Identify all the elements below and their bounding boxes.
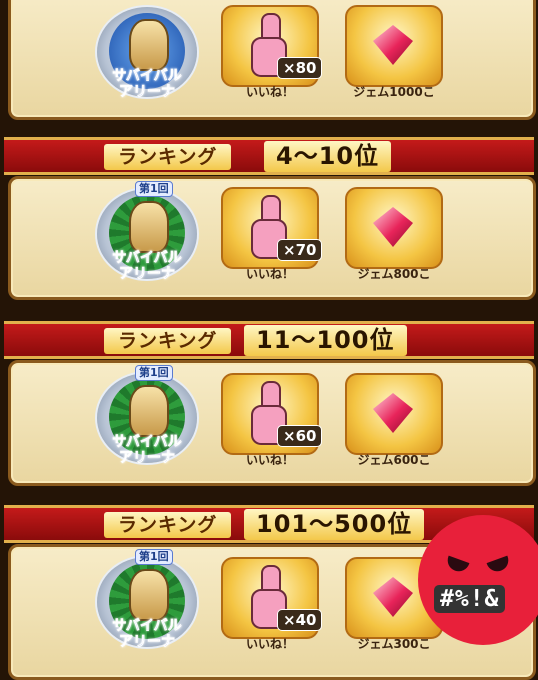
right-eye (486, 555, 512, 575)
gems-caption: ジェム600こ (357, 453, 431, 467)
gems-caption: ジェム800こ (357, 267, 431, 281)
reward-panel-tier-1: 第1回 サバイバル アリーナ ×70 いいね！ ジェム800こ (8, 176, 536, 300)
left-eye (444, 555, 470, 575)
emblem-badge: 第1回 (135, 365, 173, 381)
beast-icon (129, 201, 169, 253)
likes-count: ×40 (277, 609, 323, 631)
gems-caption: ジェム1000こ (353, 85, 435, 99)
beast-icon (129, 19, 169, 71)
grawlix-text: #%!& (434, 585, 506, 613)
ranking-banner: ランキング 4〜10位 (4, 137, 534, 175)
arena-emblem: サバイバル アリーナ (93, 0, 201, 103)
reward-panel-tier-2: 第1回 サバイバル アリーナ ×60 いいね！ ジェム600こ (8, 360, 536, 486)
reward-likes[interactable]: ×60 いいね！ (221, 373, 323, 471)
emblem-name-line2: アリーナ (119, 634, 176, 651)
emblem-name-line2: アリーナ (119, 450, 176, 467)
likes-caption: いいね！ (245, 453, 294, 467)
arena-emblem: 第1回 サバイバル アリーナ (93, 181, 201, 285)
reward-likes[interactable]: ×70 いいね！ (221, 187, 323, 285)
emblem-name-line2: アリーナ (119, 84, 176, 101)
emblem-badge: 第1回 (135, 181, 173, 197)
rank-range: 4〜10位 (264, 141, 392, 172)
ranking-banner: ランキング 11〜100位 (4, 321, 534, 359)
reward-gems[interactable]: ジェム600こ (345, 373, 443, 471)
reward-panel-tier-0: サバイバル アリーナ ×80 いいね！ ジェム1000こ (8, 0, 536, 120)
reward-likes[interactable]: ×40 いいね！ (221, 557, 323, 655)
banner-label: ランキング (104, 512, 232, 538)
likes-caption: いいね！ (245, 267, 294, 281)
banner-label: ランキング (104, 328, 232, 354)
arena-emblem: 第1回 サバイバル アリーナ (93, 549, 201, 653)
likes-count: ×70 (277, 239, 323, 261)
beast-icon (129, 385, 169, 437)
rank-range: 101〜500位 (244, 509, 425, 540)
likes-count: ×60 (277, 425, 323, 447)
gems-caption: ジェム300こ (357, 637, 431, 651)
arena-emblem: 第1回 サバイバル アリーナ (93, 365, 201, 469)
likes-caption: いいね！ (245, 85, 294, 99)
reward-gems[interactable]: ジェム800こ (345, 187, 443, 285)
emblem-name-line2: アリーナ (119, 266, 176, 283)
likes-count: ×80 (277, 57, 323, 79)
beast-icon (129, 569, 169, 621)
reward-gems[interactable]: ジェム1000こ (345, 5, 443, 103)
angry-face-icon: #%!& (418, 515, 538, 645)
reward-likes[interactable]: ×80 いいね！ (221, 5, 323, 103)
banner-label: ランキング (104, 144, 232, 170)
likes-caption: いいね！ (245, 637, 294, 651)
emblem-badge: 第1回 (135, 549, 173, 565)
rank-range: 11〜100位 (244, 325, 407, 356)
